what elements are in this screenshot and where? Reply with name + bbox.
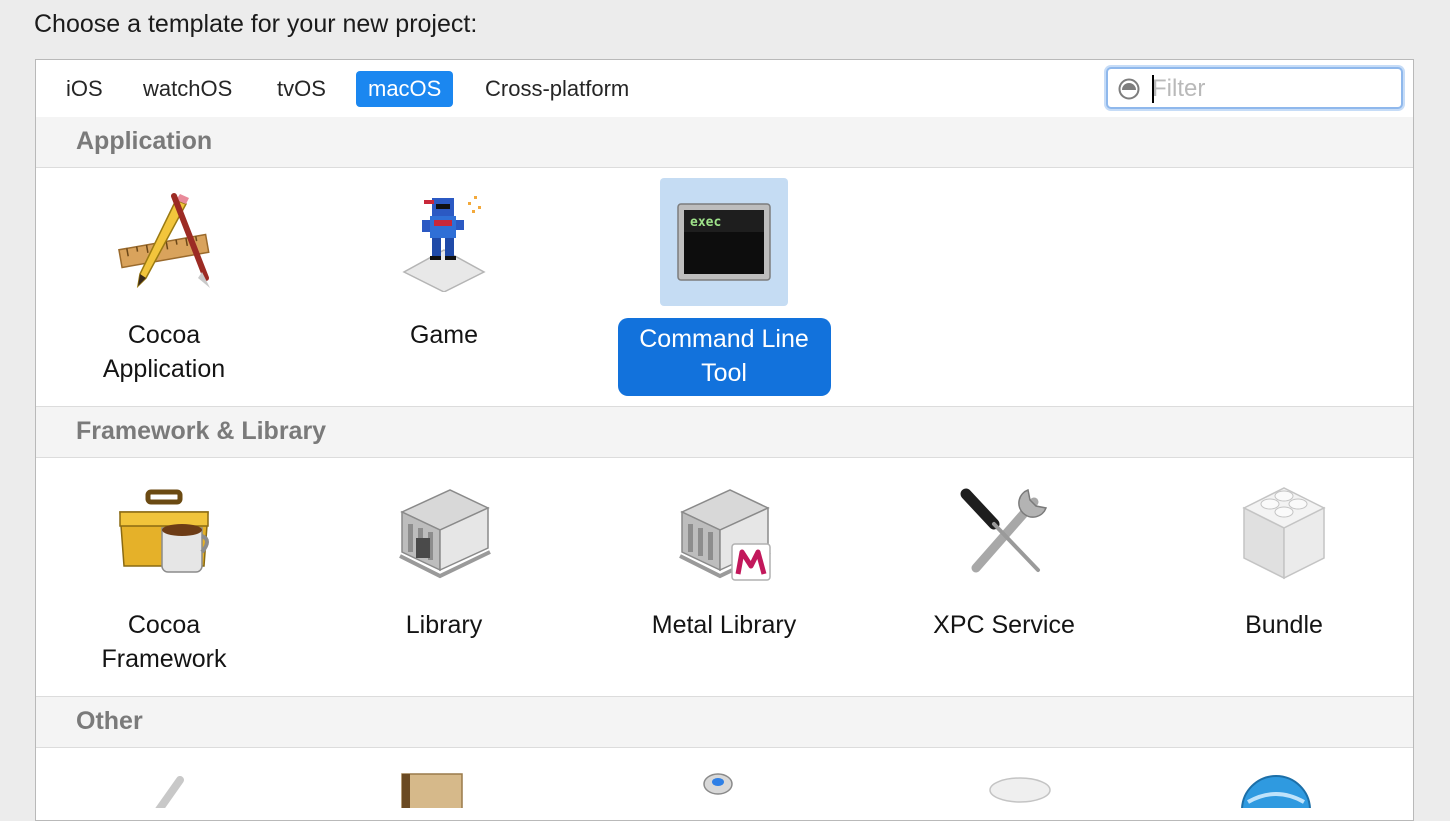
metal-library-icon (660, 468, 788, 596)
toolbox-coffee-icon (100, 468, 228, 596)
section-other (36, 748, 1413, 808)
wrench-screwdriver-icon (940, 468, 1068, 596)
template-label: Cocoa Framework (101, 611, 227, 673)
tab-ios[interactable]: iOS (54, 71, 115, 107)
section-title: Other (76, 707, 143, 735)
partial-template-icon (155, 776, 184, 808)
platform-tab-bar: iOS watchOS tvOS macOS Cross-platform (36, 60, 1413, 118)
partial-template-icon (703, 773, 733, 795)
template-chooser-panel: iOS watchOS tvOS macOS Cross-platform Ap… (35, 59, 1414, 821)
filter-input[interactable] (1150, 74, 1394, 104)
pencil-ruler-icon (100, 178, 228, 306)
page-title: Choose a template for your new project: (34, 10, 478, 38)
template-label: XPC Service (933, 611, 1075, 639)
svg-text:exec: exec (690, 215, 721, 230)
tab-macos[interactable]: macOS (356, 71, 454, 107)
section-application: Cocoa Application Game exec Command Line… (36, 168, 1413, 407)
template-label: Game (409, 321, 479, 349)
filter-field[interactable] (1106, 67, 1403, 109)
bundle-brick-icon (1220, 468, 1348, 596)
partial-template-icon (1241, 775, 1311, 808)
tab-tvos[interactable]: tvOS (265, 71, 338, 107)
section-title: Application (76, 127, 213, 155)
section-framework-library: Cocoa Framework Library Metal Library XP… (36, 458, 1413, 697)
library-building-icon (380, 468, 508, 596)
filter-icon (1118, 78, 1140, 100)
partial-template-icon (401, 773, 463, 808)
text-cursor (1152, 75, 1154, 103)
section-header-framework-library: Framework & Library (36, 407, 1413, 458)
section-title: Framework & Library (76, 417, 327, 445)
template-label: Library (405, 611, 483, 639)
template-label: Metal Library (651, 611, 797, 639)
section-header-application: Application (36, 117, 1413, 168)
terminal-exec-icon: exec (660, 178, 788, 306)
tab-cross-platform[interactable]: Cross-platform (473, 71, 641, 107)
partial-template-icon (989, 777, 1051, 803)
pixel-ninja-icon (380, 178, 508, 306)
tab-watchos[interactable]: watchOS (131, 71, 244, 107)
template-label: Command Line Tool (584, 318, 864, 396)
template-label: Cocoa Application (102, 321, 226, 383)
section-header-other: Other (36, 697, 1413, 748)
template-label: Bundle (1245, 611, 1323, 639)
